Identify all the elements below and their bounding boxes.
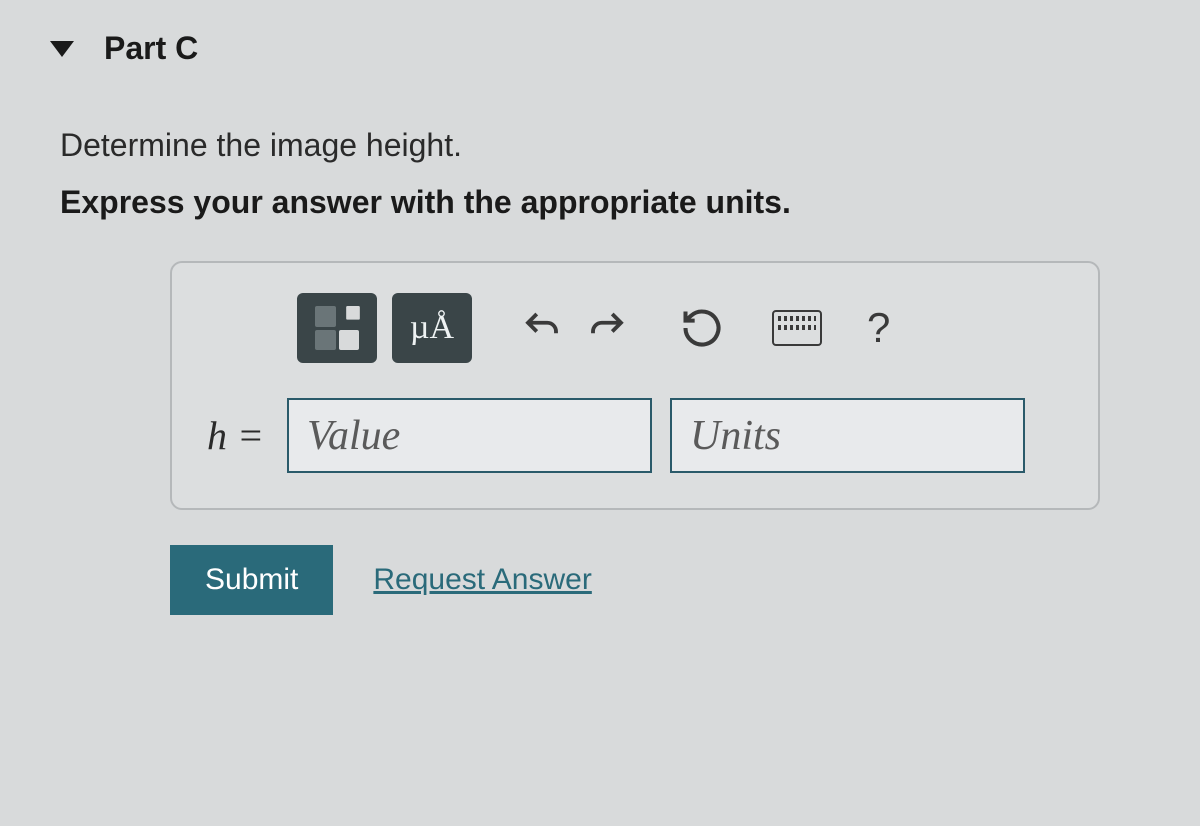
submit-button[interactable]: Submit [170,545,333,615]
undo-icon [521,307,563,349]
answer-container: µÅ [170,261,1100,510]
question-prompt: Determine the image height. [60,127,1150,164]
value-input[interactable] [287,398,652,473]
request-answer-link[interactable]: Request Answer [373,563,591,597]
answer-input-row: h = [207,398,1063,473]
undo-button[interactable] [517,303,567,353]
reset-button[interactable] [677,303,727,353]
redo-button[interactable] [582,303,632,353]
keyboard-button[interactable] [772,303,822,353]
part-title: Part C [104,30,198,67]
help-button[interactable]: ? [867,304,890,352]
reset-icon [680,306,724,350]
keyboard-icon [772,310,822,346]
redo-icon [586,307,628,349]
action-row: Submit Request Answer [170,545,1150,615]
special-characters-button[interactable]: µÅ [392,293,472,363]
formatting-toolbar: µÅ [297,293,1063,363]
templates-button[interactable] [297,293,377,363]
help-icon: ? [867,304,890,352]
templates-icon [315,306,359,350]
question-instruction: Express your answer with the appropriate… [60,184,1150,221]
special-characters-label: µÅ [410,309,454,347]
part-collapse-toggle[interactable] [50,41,74,57]
units-input[interactable] [670,398,1025,473]
variable-label: h = [207,412,264,459]
